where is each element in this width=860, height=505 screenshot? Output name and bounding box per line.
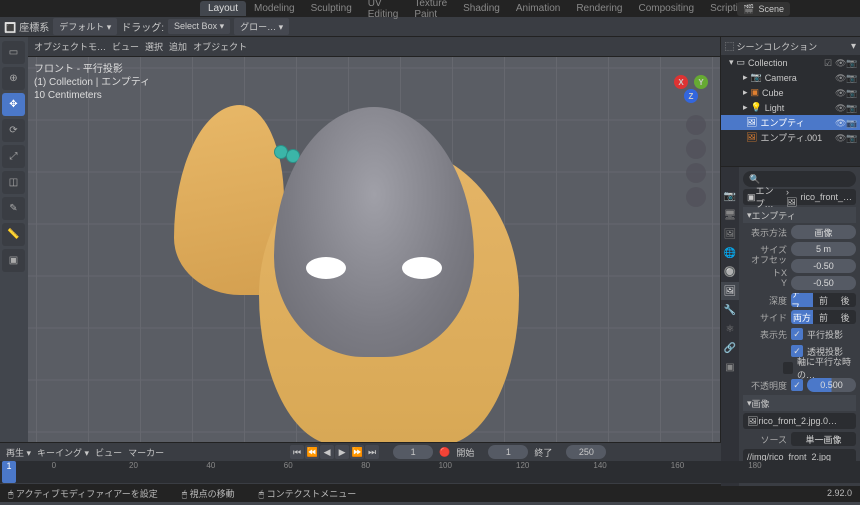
tab-texpaint[interactable]: Texture Paint [406, 0, 455, 22]
tool-cursor[interactable]: ⊕ [2, 67, 25, 90]
source-field[interactable]: 単一画像 [791, 432, 856, 446]
outliner-empty-001[interactable]: 🖼エンプティ.001 👁📷 [721, 130, 860, 145]
ptab-data[interactable]: ▣ [721, 358, 739, 376]
viewport-local-header: オブジェクトモ… ビュー 選択 追加 オブジェクト [28, 37, 720, 57]
tool-move[interactable]: ✥ [2, 93, 25, 116]
nav-camera-icon[interactable] [686, 163, 706, 183]
outliner: ⬚ シーンコレクション ▾ ▾▭Collection ☑👁📷 ▸📷Camera … [721, 37, 860, 167]
nav-zoom-icon[interactable] [686, 115, 706, 135]
right-panel: ⬚ シーンコレクション ▾ ▾▭Collection ☑👁📷 ▸📷Camera … [720, 37, 860, 442]
outliner-cube[interactable]: ▸▣Cube 👁📷 [721, 85, 860, 100]
tab-animation[interactable]: Animation [508, 1, 568, 16]
tab-compositing[interactable]: Compositing [630, 1, 702, 16]
tool-scale[interactable]: ⤢ [2, 145, 25, 168]
ptab-modifier[interactable]: 🔧 [721, 301, 739, 319]
play-icon[interactable]: ▶ [335, 445, 349, 459]
tab-layout[interactable]: Layout [200, 1, 246, 16]
keying-menu[interactable]: キーイング ▾ [37, 446, 89, 459]
property-tabs: 📷 🖥 🖼 🌐 🔘 🖼 🔧 ⚛ 🔗 ▣ [721, 167, 739, 486]
drag-label: ドラッグ: [121, 19, 164, 34]
selectbox[interactable]: Select Box ▾ [168, 19, 230, 34]
check-opacity[interactable]: ✓ [791, 379, 803, 391]
next-key-icon[interactable]: ⏩ [350, 445, 364, 459]
tab-rendering[interactable]: Rendering [568, 1, 630, 16]
ptab-physics[interactable]: ⚛ [721, 320, 739, 338]
mesh-eye-right [402, 257, 442, 279]
outliner-light[interactable]: ▸💡Light 👁📷 [721, 100, 860, 115]
tool-transform[interactable]: ◫ [2, 171, 25, 194]
menu-view[interactable]: ビュー [112, 40, 139, 53]
tl-marker[interactable]: マーカー [128, 446, 164, 459]
size-field[interactable]: 5 m [791, 242, 856, 256]
prop-breadcrumb[interactable]: ▣ エンプ… › 🖼 rico_front_… [743, 189, 856, 205]
objectmode-dropdown[interactable]: オブジェクトモ… [34, 40, 106, 53]
toolbar: ▭ ⊕ ✥ ⟳ ⤢ ◫ ✎ 📏 ▣ [0, 37, 28, 442]
jump-start-icon[interactable]: ⏮ [290, 445, 304, 459]
filter-icon[interactable]: ▾ [851, 41, 856, 52]
workspace-tabs: Layout Modeling Sculpting UV Editing Tex… [0, 0, 720, 17]
mode-selector[interactable]: 🔳 座標系 [4, 19, 49, 34]
panel-empty-header[interactable]: ▾ エンプティ [743, 207, 856, 223]
panel-image-header[interactable]: ▾ 画像 [743, 395, 856, 411]
version-text: 2.92.0 [827, 488, 852, 498]
tool-select[interactable]: ▭ [2, 41, 25, 64]
tab-uv[interactable]: UV Editing [360, 0, 407, 22]
ptab-output[interactable]: 🖥 [721, 206, 739, 224]
axis-gizmo[interactable]: X Y Z [674, 65, 710, 101]
ptab-view[interactable]: 🖼 [721, 225, 739, 243]
timeline-cursor[interactable]: 1 [2, 461, 16, 483]
display-method[interactable]: 画像 [791, 225, 856, 239]
ptab-object[interactable]: 🖼 [721, 282, 739, 300]
play-controls: ⏮ ⏪ ◀ ▶ ⏩ ⏭ [290, 445, 379, 459]
opacity-field[interactable]: 0.500 [807, 378, 856, 392]
playback-menu[interactable]: 再生 ▾ [6, 446, 31, 459]
property-content: 🔍 ▣ エンプ… › 🖼 rico_front_… ▾ エンプティ 表示方法画像… [739, 167, 860, 486]
tool-addcube[interactable]: ▣ [2, 249, 25, 272]
tab-shading[interactable]: Shading [455, 1, 508, 16]
menu-object[interactable]: オブジェクト [193, 40, 247, 53]
jump-end-icon[interactable]: ⏭ [365, 445, 379, 459]
orientation[interactable]: デフォルト ▾ [53, 18, 117, 35]
tl-view[interactable]: ビュー [95, 446, 122, 459]
image-datablock[interactable]: 🖼 rico_front_2.jpg.0… [743, 413, 856, 429]
tool-rotate[interactable]: ⟳ [2, 119, 25, 142]
outliner-empty-active[interactable]: 🖼エンプティ 👁📷 [721, 115, 860, 130]
depth-seg[interactable]: デフ…前後 [791, 293, 856, 307]
menu-select[interactable]: 選択 [145, 40, 163, 53]
properties-panel: 📷 🖥 🖼 🌐 🔘 🖼 🔧 ⚛ 🔗 ▣ 🔍 ▣ エンプ… › 🖼 rico_fr… [721, 167, 860, 486]
viewport-3d[interactable]: オブジェクトモ… ビュー 選択 追加 オブジェクト フロント - 平行投影 (1… [28, 37, 720, 442]
timeline-track[interactable]: 1 0 20 40 60 80 100 120 140 160 180 [0, 461, 860, 483]
menu-add[interactable]: 追加 [169, 40, 187, 53]
outliner-header: ⬚ シーンコレクション ▾ [721, 37, 860, 55]
outliner-collection[interactable]: ▾▭Collection ☑👁📷 [721, 55, 860, 70]
prev-key-icon[interactable]: ⏪ [305, 445, 319, 459]
ptab-world[interactable]: 🔘 [721, 263, 739, 281]
offsety-field[interactable]: -0.50 [791, 276, 856, 290]
scene-selector[interactable]: 🎬Scene [737, 2, 790, 16]
nav-persp-icon[interactable] [686, 187, 706, 207]
nav-pan-icon[interactable] [686, 139, 706, 159]
start-frame[interactable]: 1 [488, 445, 528, 459]
end-frame[interactable]: 250 [566, 445, 606, 459]
ptab-constraint[interactable]: 🔗 [721, 339, 739, 357]
tool-annotate[interactable]: ✎ [2, 197, 25, 220]
outliner-camera[interactable]: ▸📷Camera 👁📷 [721, 70, 860, 85]
statusbar: 🖱 アクティブモディファイアーを設定 🖱 視点の移動 🖱 コンテクストメニュー … [0, 484, 860, 502]
play-rev-icon[interactable]: ◀ [320, 445, 334, 459]
tool-measure[interactable]: 📏 [2, 223, 25, 246]
tab-sculpting[interactable]: Sculpting [303, 1, 360, 16]
tab-modeling[interactable]: Modeling [246, 1, 303, 16]
mesh-eye-left [306, 257, 346, 279]
ptab-scene[interactable]: 🌐 [721, 244, 739, 262]
current-frame[interactable]: 1 [393, 445, 433, 459]
check-axis[interactable] [783, 362, 793, 374]
check-ortho[interactable]: ✓ [791, 328, 803, 340]
side-seg[interactable]: 両方前後 [791, 310, 856, 324]
ptab-render[interactable]: 📷 [721, 187, 739, 205]
transform-orientation[interactable]: グロー… ▾ [234, 18, 289, 35]
offsetx-field[interactable]: -0.50 [791, 259, 856, 273]
